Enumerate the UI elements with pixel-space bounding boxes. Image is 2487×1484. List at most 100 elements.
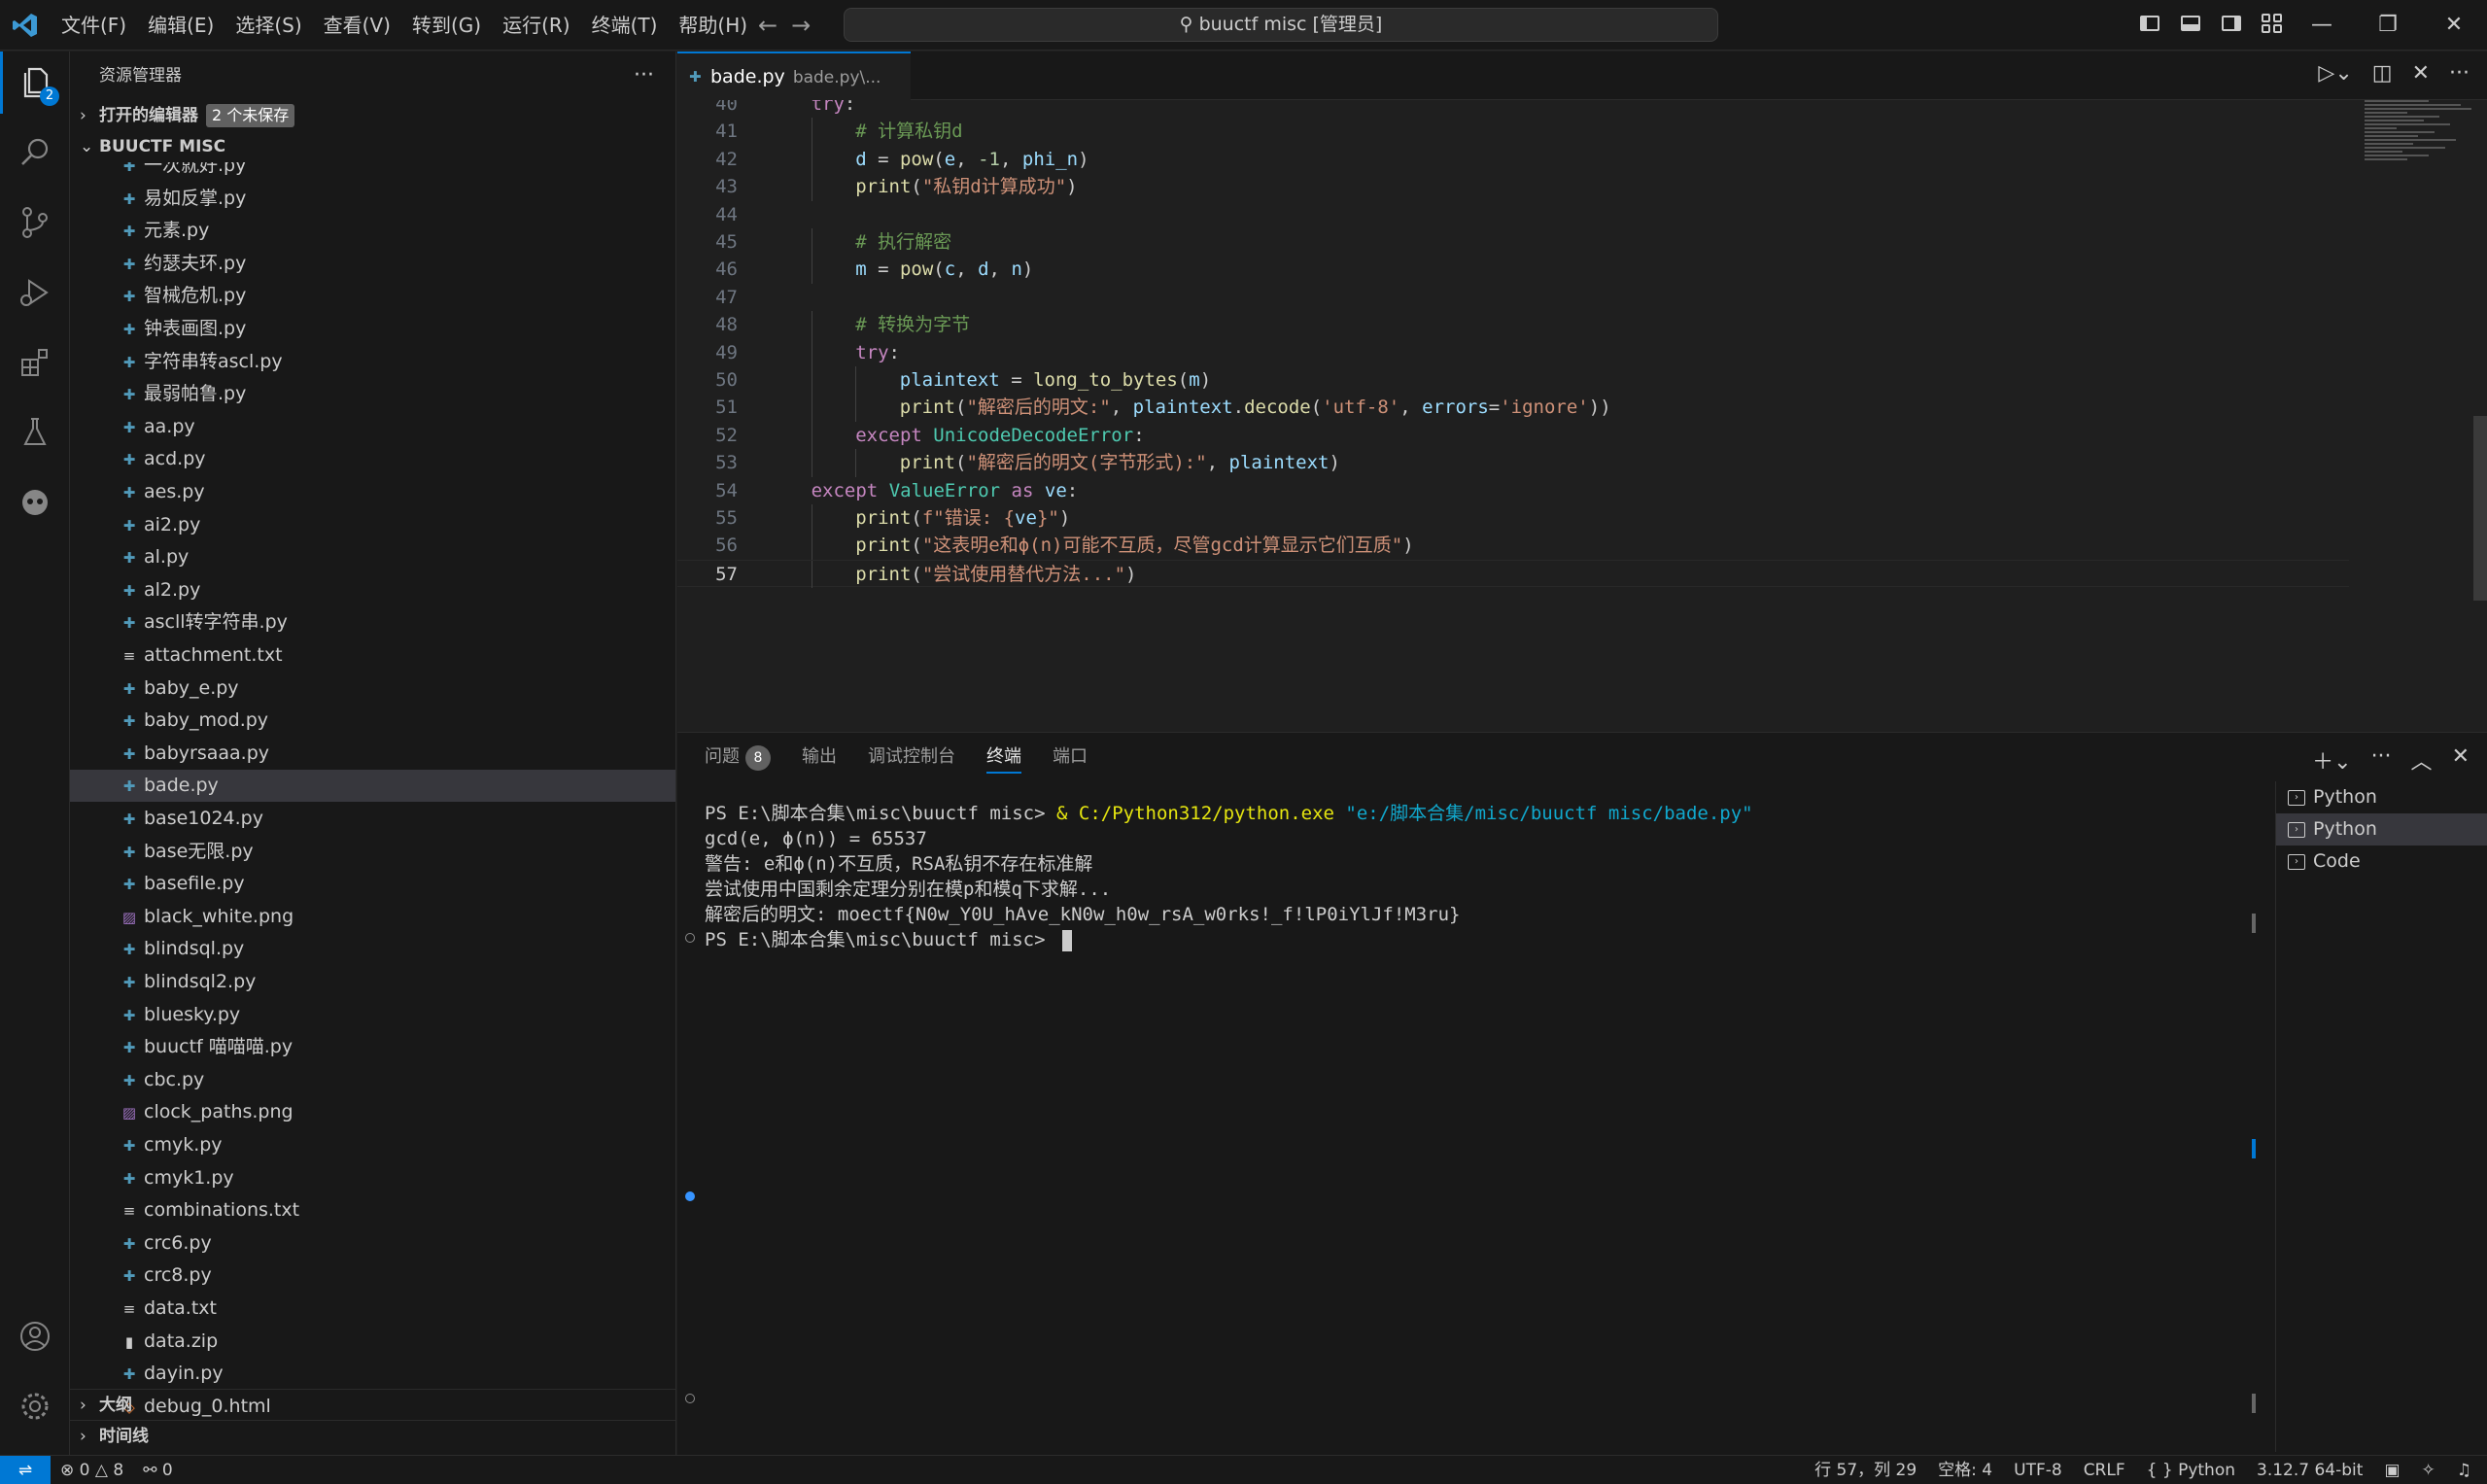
source-control-activity[interactable] <box>0 191 70 254</box>
extensions-activity[interactable] <box>0 331 70 394</box>
file-item[interactable]: ✚ 元素.py <box>70 215 675 247</box>
python-interpreter[interactable]: 3.12.7 64-bit <box>2257 1456 2363 1484</box>
file-item[interactable]: ✚ cbc.py <box>70 1064 675 1096</box>
file-item[interactable]: ✚ baby_mod.py <box>70 705 675 737</box>
forward-arrow-icon[interactable]: → <box>791 12 811 39</box>
menu-terminal[interactable]: 终端(T) <box>581 0 669 51</box>
file-item[interactable]: ✚ base无限.py <box>70 836 675 868</box>
file-item[interactable]: ✚ acd.py <box>70 443 675 475</box>
file-item[interactable]: ✚ aes.py <box>70 476 675 508</box>
problems-status[interactable]: ⊗ 0 △ 8 <box>60 1456 123 1484</box>
split-editor-icon[interactable]: ◫ <box>2372 61 2393 86</box>
file-item[interactable]: ▮ data.zip <box>70 1326 675 1358</box>
file-item[interactable]: ▨ clock_paths.png <box>70 1096 675 1128</box>
restore-icon[interactable]: ❐ <box>2355 0 2421 51</box>
indentation[interactable]: 空格: 4 <box>1938 1456 1992 1484</box>
file-item[interactable]: ✚ buuctf 喵喵喵.py <box>70 1031 675 1063</box>
command-center[interactable]: ⚲ buuctf misc [管理员] <box>844 8 1718 42</box>
file-item[interactable]: ✚ dayin.py <box>70 1358 675 1390</box>
terminal-instance[interactable]: › Python <box>2276 781 2487 813</box>
cursor-position[interactable]: 行 57，列 29 <box>1814 1456 1917 1484</box>
close-window-icon[interactable]: ✕ <box>2421 0 2487 51</box>
toggle-panel-icon[interactable] <box>2177 10 2204 37</box>
file-item[interactable]: ✚ 智械危机.py <box>70 280 675 312</box>
menu-view[interactable]: 查看(V) <box>313 0 401 51</box>
copilot-icon[interactable]: ✧ <box>2422 1456 2435 1484</box>
file-item[interactable]: ≡ combinations.txt <box>70 1194 675 1226</box>
file-item[interactable]: ✚ 最弱帕鲁.py <box>70 378 675 410</box>
file-item[interactable]: ✚ baby_e.py <box>70 673 675 705</box>
run-python-icon[interactable]: ▷⌄ <box>2318 61 2352 86</box>
encoding[interactable]: UTF-8 <box>2014 1456 2062 1484</box>
menu-edit[interactable]: 编辑(E) <box>137 0 225 51</box>
file-item[interactable]: ✚ cmyk.py <box>70 1129 675 1161</box>
more-actions-icon[interactable]: ··· <box>634 52 654 100</box>
file-item[interactable]: ≡ data.txt <box>70 1293 675 1325</box>
notifications-bell-icon[interactable]: ♫ <box>2457 1456 2471 1484</box>
file-item[interactable]: ✚ cmyk1.py <box>70 1162 675 1194</box>
file-item[interactable]: ✚ base1024.py <box>70 803 675 835</box>
new-terminal-icon[interactable]: ＋⌄ <box>2312 744 2351 776</box>
open-editors-section[interactable]: › 打开的编辑器 2 个未保存 <box>70 100 675 131</box>
file-item[interactable]: ✚ 约瑟夫环.py <box>70 248 675 280</box>
remote-explorer-activity[interactable] <box>0 471 70 534</box>
tab-problems[interactable]: 问题 8 <box>705 733 771 781</box>
toggle-secondary-sidebar-icon[interactable] <box>2218 10 2245 37</box>
file-item[interactable]: ✚ bade.py <box>70 770 675 803</box>
maximize-panel-icon[interactable]: ︿ <box>2411 744 2433 776</box>
file-item[interactable]: ✚ ascll转字符串.py <box>70 606 675 638</box>
file-item[interactable]: ✚ crc6.py <box>70 1227 675 1260</box>
minimize-icon[interactable]: — <box>2289 0 2355 51</box>
terminal-instance[interactable]: › Python <box>2276 813 2487 846</box>
file-item[interactable]: ✚ blindsql2.py <box>70 966 675 998</box>
menu-help[interactable]: 帮助(H) <box>668 0 758 51</box>
editor-scrollbar[interactable] <box>2473 416 2487 601</box>
back-arrow-icon[interactable]: ← <box>758 12 777 39</box>
manage-activity[interactable] <box>0 1375 70 1437</box>
file-item[interactable]: ✚ 一次就好.py <box>70 162 675 182</box>
testing-activity[interactable] <box>0 401 70 464</box>
customize-layout-icon[interactable] <box>2259 10 2286 37</box>
timeline-section[interactable]: › 时间线 <box>70 1420 675 1451</box>
search-activity[interactable] <box>0 121 70 184</box>
menu-selection[interactable]: 选择(S) <box>225 0 312 51</box>
accounts-activity[interactable] <box>0 1305 70 1367</box>
toggle-primary-sidebar-icon[interactable] <box>2136 10 2163 37</box>
file-item[interactable]: ✚ 钟表画图.py <box>70 313 675 345</box>
file-item[interactable]: ≡ attachment.txt <box>70 639 675 672</box>
tab-terminal[interactable]: 终端 <box>986 733 1021 781</box>
language-mode[interactable]: { } Python <box>2147 1456 2235 1484</box>
file-item[interactable]: ✚ al.py <box>70 541 675 573</box>
file-item[interactable]: ✚ aa.py <box>70 411 675 443</box>
folder-section[interactable]: ⌄ BUUCTF MISC <box>70 131 675 162</box>
file-item[interactable]: ✚ babyrsaaa.py <box>70 738 675 770</box>
file-item[interactable]: ✚ 易如反掌.py <box>70 183 675 215</box>
line-ending[interactable]: CRLF <box>2084 1456 2125 1484</box>
menu-go[interactable]: 转到(G) <box>401 0 492 51</box>
menu-file[interactable]: 文件(F) <box>51 0 137 51</box>
terminal-instance[interactable]: › Code <box>2276 846 2487 878</box>
file-item[interactable]: ✚ blindsql.py <box>70 933 675 965</box>
file-item[interactable]: ▨ black_white.png <box>70 901 675 933</box>
tab-ports[interactable]: 端口 <box>1053 733 1088 781</box>
more-actions-icon[interactable]: ··· <box>2371 744 2392 776</box>
file-item[interactable]: ✚ al2.py <box>70 574 675 606</box>
minimap[interactable] <box>2365 100 2471 217</box>
close-tab-icon[interactable]: ✕ <box>2412 61 2430 86</box>
file-item[interactable]: ✚ 字符串转ascl.py <box>70 346 675 378</box>
terminal-output[interactable]: PS E:\脚本合集\misc\buuctf misc> & C:/Python… <box>705 801 1949 952</box>
file-item[interactable]: ✚ ai2.py <box>70 509 675 541</box>
remote-indicator-icon[interactable]: ⇌ <box>0 1456 51 1484</box>
tab-debug-console[interactable]: 调试控制台 <box>868 733 955 781</box>
menu-run[interactable]: 运行(R) <box>492 0 581 51</box>
file-item[interactable]: ✚ crc8.py <box>70 1260 675 1292</box>
close-panel-icon[interactable]: ✕ <box>2452 744 2470 776</box>
layout-icon[interactable]: ▣ <box>2384 1456 2400 1484</box>
tab-output[interactable]: 输出 <box>802 733 837 781</box>
file-item[interactable]: ✚ basefile.py <box>70 868 675 900</box>
ports-status[interactable]: ⚯ 0 <box>143 1456 172 1484</box>
explorer-activity[interactable]: 2 <box>0 52 70 114</box>
run-debug-activity[interactable] <box>0 261 70 324</box>
code-view[interactable]: 40 try: 41 # 计算私钥d 42 d = pow(e, -1, phi_n) 43… <box>677 100 2487 732</box>
outline-section[interactable]: › 大纲 <box>70 1389 675 1420</box>
